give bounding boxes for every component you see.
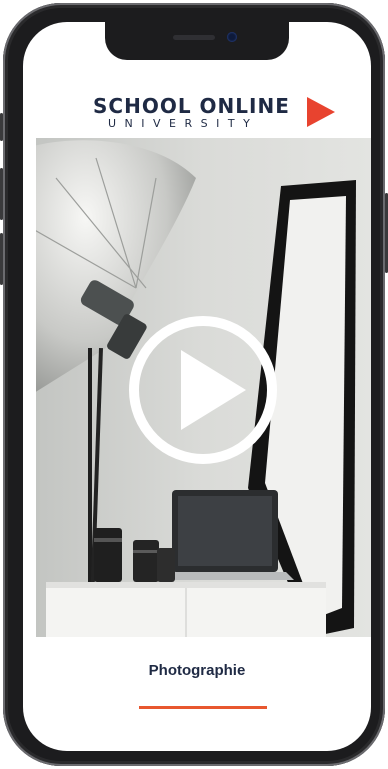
volume-down-button	[0, 233, 3, 285]
title-underline	[139, 706, 267, 709]
desk	[46, 582, 326, 637]
logo-sub-text: UNIVERSITY	[108, 117, 259, 130]
logo-main-text: SCHOOL ONLINE	[93, 94, 290, 118]
volume-up-button	[0, 168, 3, 220]
laptop	[156, 490, 294, 580]
notch	[105, 22, 289, 60]
phone-screen: SCHOOL ONLINE UNIVERSITY Photographie	[23, 22, 371, 751]
logo-play-triangle-icon	[307, 97, 335, 127]
speaker-grille	[173, 35, 215, 40]
course-title: Photographie	[148, 662, 246, 679]
school-online-logo: SCHOOL ONLINE UNIVERSITY	[23, 94, 371, 144]
video-thumbnail	[36, 138, 371, 637]
front-camera-icon	[227, 32, 237, 42]
phone-frame: SCHOOL ONLINE UNIVERSITY Photographie	[0, 3, 388, 766]
video-player[interactable]	[36, 138, 371, 637]
mute-switch	[0, 113, 3, 141]
